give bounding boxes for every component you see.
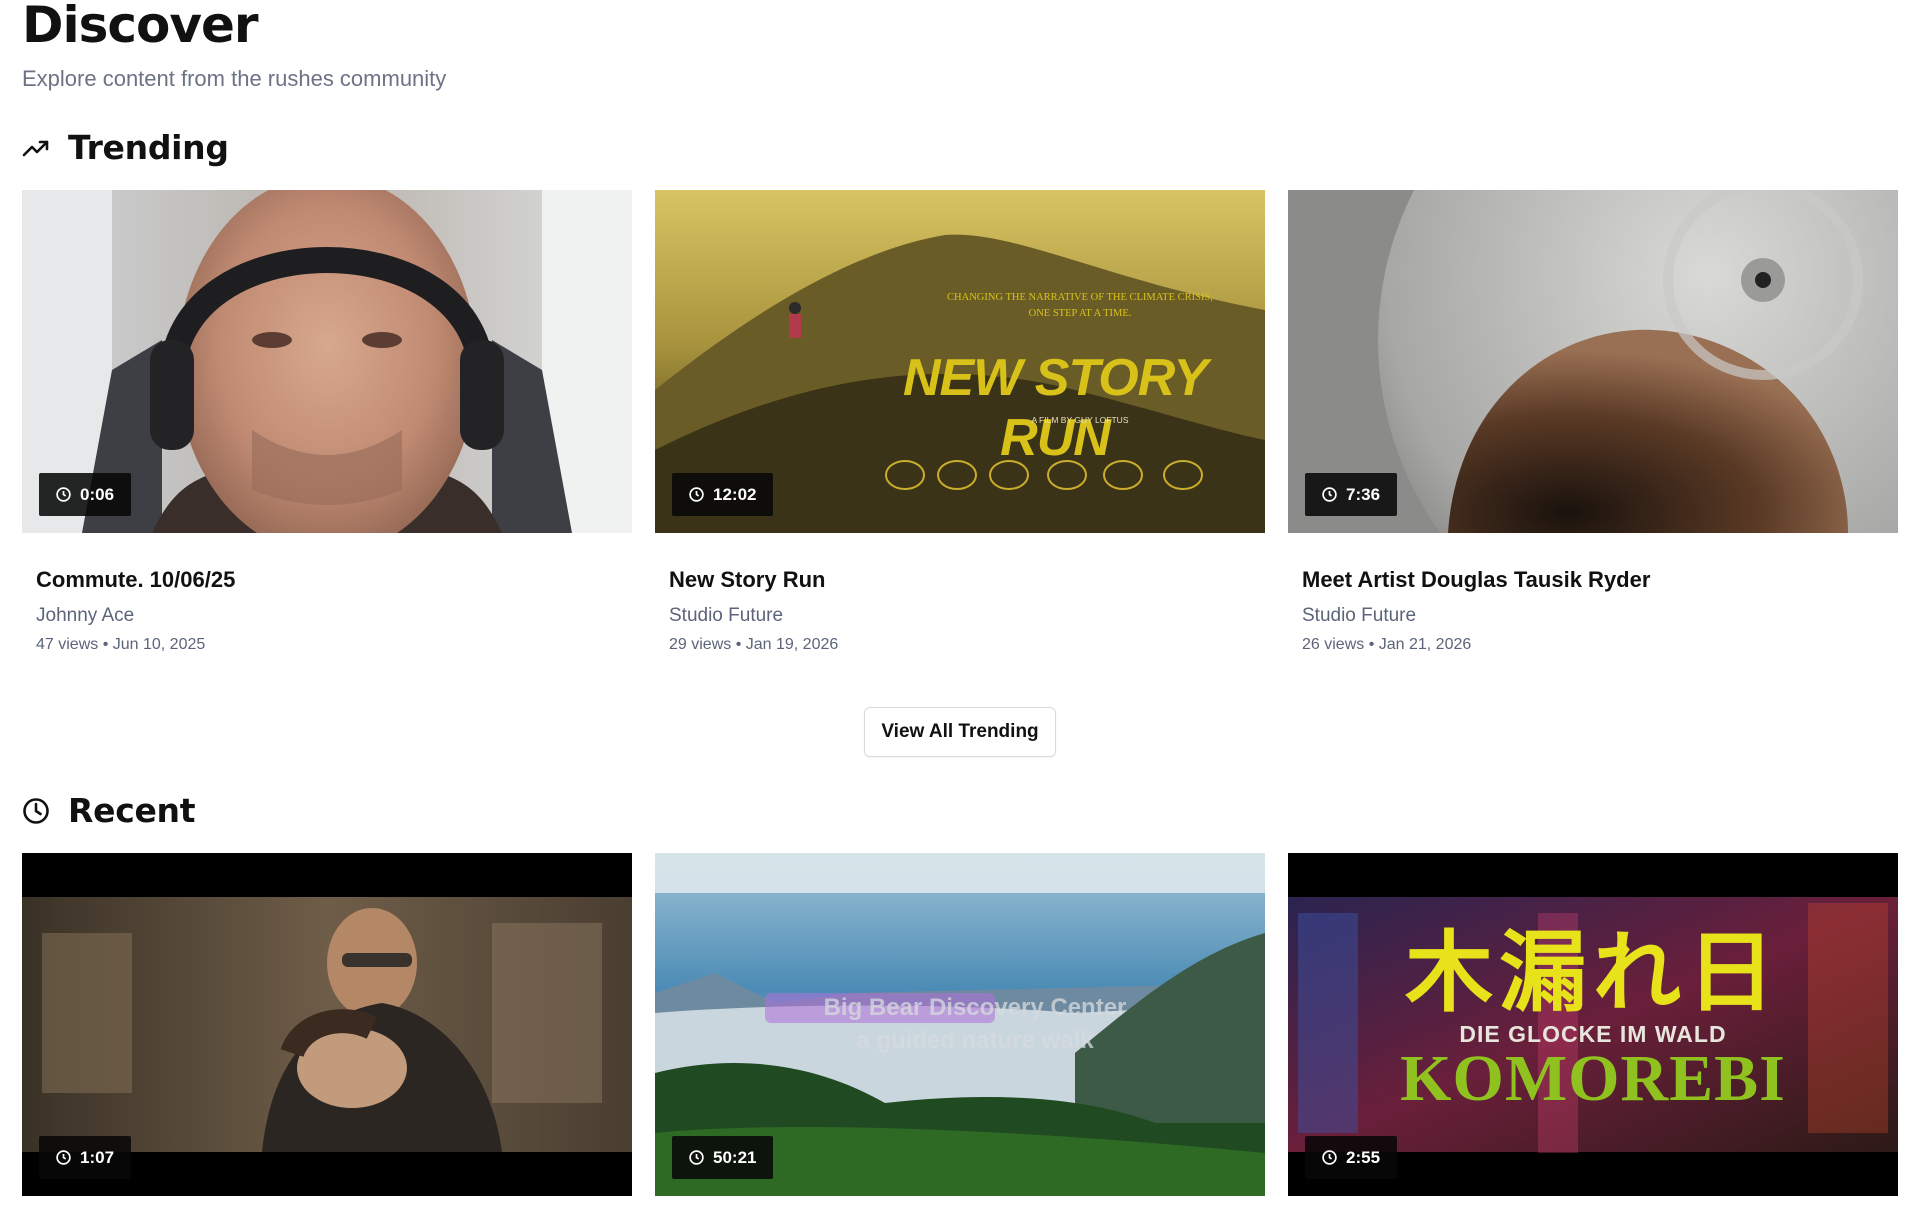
video-card[interactable]: Big Bear Discovery Center a guided natur… xyxy=(655,853,1265,1196)
video-views: 47 views xyxy=(36,636,99,653)
video-stats: 29 views • Jan 19, 2026 xyxy=(669,636,839,653)
video-stats: 47 views • Jun 10, 2025 xyxy=(36,636,206,653)
video-thumbnail[interactable]: 木漏れ日 DIE GLOCKE IM WALD KOMOREBI 2:55 xyxy=(1288,853,1898,1196)
clock-icon xyxy=(1322,487,1337,502)
video-thumbnail[interactable]: 7:36 xyxy=(1288,190,1898,533)
thumbnail-title-text: KOMOREBI xyxy=(1400,1042,1786,1115)
video-title[interactable]: New Story Run xyxy=(669,565,1265,595)
clock-icon xyxy=(56,1150,71,1165)
trending-section-header: Trending xyxy=(22,128,229,168)
video-meta: Meet Artist Douglas Tausik Ryder Studio … xyxy=(1288,533,1898,656)
clock-icon xyxy=(689,487,704,502)
duration-text: 12:02 xyxy=(713,484,757,504)
video-card[interactable]: 0:06 Commute. 10/06/25 Johnny Ace 47 vie… xyxy=(22,190,632,656)
video-views: 26 views xyxy=(1302,636,1365,653)
duration-text: 50:21 xyxy=(713,1147,757,1167)
trending-grid: 0:06 Commute. 10/06/25 Johnny Ace 47 vie… xyxy=(22,190,1898,656)
video-card[interactable]: 木漏れ日 DIE GLOCKE IM WALD KOMOREBI 2:55 xyxy=(1288,853,1898,1196)
video-title[interactable]: Commute. 10/06/25 xyxy=(36,565,632,595)
trending-up-icon xyxy=(22,140,49,157)
video-thumbnail[interactable]: 1:07 xyxy=(22,853,632,1196)
laurels-icon xyxy=(885,460,1203,490)
trending-heading: Trending xyxy=(68,128,229,167)
duration-text: 1:07 xyxy=(80,1147,115,1167)
thumbnail-kanji-text: 木漏れ日 xyxy=(1404,921,1781,1024)
video-stats: 26 views • Jan 21, 2026 xyxy=(1302,636,1472,653)
duration-badge: 50:21 xyxy=(672,1136,774,1179)
video-views: 29 views xyxy=(669,636,732,653)
view-all-trending-button[interactable]: View All Trending xyxy=(864,707,1056,757)
video-card[interactable]: CHANGING THE NARRATIVE OF THE CLIMATE CR… xyxy=(655,190,1265,656)
recent-heading: Recent xyxy=(68,791,196,830)
video-card[interactable]: 1:07 xyxy=(22,853,632,1196)
duration-badge: 7:36 xyxy=(1305,473,1398,516)
video-author[interactable]: Johnny Ace xyxy=(36,603,632,629)
clock-icon xyxy=(56,487,71,502)
video-date: Jun 10, 2025 xyxy=(112,636,206,653)
video-thumbnail[interactable]: CHANGING THE NARRATIVE OF THE CLIMATE CR… xyxy=(655,190,1265,533)
video-card[interactable]: 7:36 Meet Artist Douglas Tausik Ryder St… xyxy=(1288,190,1898,656)
thumbnail-tagline: CHANGING THE NARRATIVE OF THE CLIMATE CR… xyxy=(915,290,1245,322)
recent-grid: 1:07 Big Bear Discovery Center a guided … xyxy=(22,853,1898,1196)
video-thumbnail[interactable]: 0:06 xyxy=(22,190,632,533)
video-meta: Commute. 10/06/25 Johnny Ace 47 views • … xyxy=(22,533,632,656)
tagline-line: ONE STEP AT A TIME. xyxy=(1028,308,1132,319)
clock-icon xyxy=(23,798,49,824)
video-title[interactable]: Meet Artist Douglas Tausik Ryder xyxy=(1302,565,1898,595)
video-date: Jan 19, 2026 xyxy=(745,636,839,653)
video-thumbnail[interactable]: Big Bear Discovery Center a guided natur… xyxy=(655,853,1265,1196)
tagline-line: CHANGING THE NARRATIVE OF THE CLIMATE CR… xyxy=(947,292,1213,303)
video-author[interactable]: Studio Future xyxy=(1302,603,1898,629)
overlay-line: Big Bear Discovery Center xyxy=(823,994,1127,1021)
clock-icon xyxy=(689,1150,704,1165)
recent-section-header: Recent xyxy=(22,791,196,831)
thumbnail-title-text: NEW STORY RUN xyxy=(902,349,1208,467)
duration-badge: 0:06 xyxy=(39,473,132,516)
overlay-line: a guided nature walk xyxy=(856,1027,1094,1054)
page-subtitle: Explore content from the rushes communit… xyxy=(22,66,447,91)
thumbnail-credit: A FILM BY GUY LOFTUS xyxy=(1031,415,1129,425)
duration-text: 2:55 xyxy=(1346,1147,1381,1167)
video-author[interactable]: Studio Future xyxy=(669,603,1265,629)
video-meta: New Story Run Studio Future 29 views • J… xyxy=(655,533,1265,656)
page-title: Discover xyxy=(22,0,259,54)
duration-text: 7:36 xyxy=(1346,484,1381,504)
duration-text: 0:06 xyxy=(80,484,115,504)
duration-badge: 1:07 xyxy=(39,1136,132,1179)
duration-badge: 12:02 xyxy=(672,473,774,516)
video-date: Jan 21, 2026 xyxy=(1378,636,1472,653)
clock-icon xyxy=(1322,1150,1337,1165)
thumbnail-overlay-text: Big Bear Discovery Center a guided natur… xyxy=(785,991,1165,1057)
duration-badge: 2:55 xyxy=(1305,1136,1398,1179)
